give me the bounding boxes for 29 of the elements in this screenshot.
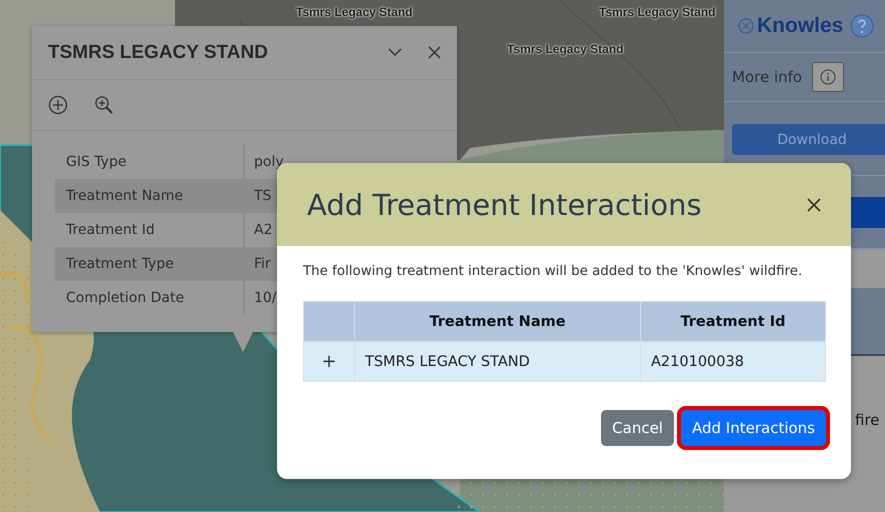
popup-title: TSMRS LEGACY STAND <box>48 42 269 64</box>
table-cell: A210100038 <box>640 342 826 382</box>
expand-toggle[interactable]: + <box>304 342 354 382</box>
panel-title: Knowles <box>757 14 844 38</box>
more-info-label: More info <box>732 68 802 86</box>
map-label: Tsmrs Legacy Stand <box>507 42 624 56</box>
panel-text: fire <box>855 411 880 429</box>
info-icon <box>820 69 836 85</box>
info-button[interactable] <box>812 62 844 92</box>
close-button[interactable] <box>807 198 821 212</box>
collapse-button[interactable] <box>388 48 402 57</box>
field-value: poly <box>253 153 285 172</box>
field-label: Completion Date <box>55 281 245 315</box>
field-value: 10/ <box>253 289 278 308</box>
add-interactions-button[interactable]: Add Interactions <box>680 410 826 446</box>
cancel-button[interactable]: Cancel <box>601 410 674 446</box>
table-cell: TSMRS LEGACY STAND <box>354 342 640 382</box>
zoom-in-icon[interactable] <box>94 95 114 115</box>
column-header: Treatment Id <box>640 302 826 342</box>
column-header: Treatment Name <box>354 302 640 342</box>
field-label: Treatment Type <box>55 247 245 281</box>
map-label: Tsmrs Legacy Stand <box>599 5 716 19</box>
download-button[interactable]: Download <box>732 124 885 155</box>
map-label: Tsmrs Legacy Stand <box>296 5 412 19</box>
help-icon[interactable] <box>850 14 874 38</box>
add-icon[interactable] <box>48 95 68 115</box>
close-button[interactable] <box>428 46 441 59</box>
field-label: Treatment Name <box>55 179 245 213</box>
field-value: A2 <box>253 221 274 240</box>
